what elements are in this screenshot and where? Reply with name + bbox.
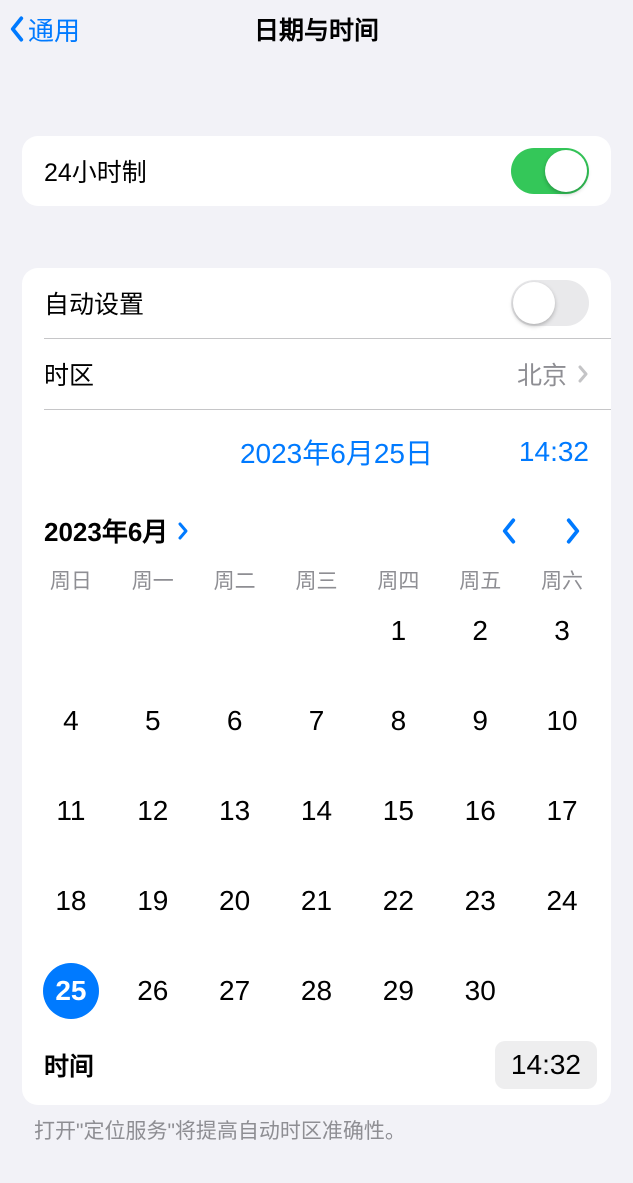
- back-label: 通用: [28, 11, 80, 48]
- calendar-day[interactable]: 3: [521, 601, 603, 661]
- weekday-label: 周六: [521, 565, 603, 595]
- calendar-day[interactable]: 16: [439, 781, 521, 841]
- calendar-day[interactable]: 11: [30, 781, 112, 841]
- calendar-day[interactable]: 24: [521, 871, 603, 931]
- calendar-day[interactable]: 29: [357, 961, 439, 1021]
- twentyfour-hour-section: 24小时制: [22, 136, 611, 206]
- chevron-right-icon: [176, 521, 190, 541]
- calendar-day[interactable]: 14: [276, 781, 358, 841]
- calendar-day[interactable]: 26: [112, 961, 194, 1021]
- calendar-day[interactable]: 12: [112, 781, 194, 841]
- timezone-value: 北京: [517, 356, 567, 392]
- calendar-day[interactable]: 8: [357, 691, 439, 751]
- back-button[interactable]: 通用: [6, 11, 80, 48]
- chevron-right-icon: [564, 516, 582, 546]
- calendar-day[interactable]: 25: [30, 961, 112, 1021]
- weekday-label: 周一: [112, 565, 194, 595]
- time-label: 时间: [44, 1047, 495, 1083]
- calendar-day[interactable]: 2: [439, 601, 521, 661]
- calendar-day[interactable]: 5: [112, 691, 194, 751]
- chevron-right-icon: [577, 364, 589, 384]
- twentyfour-hour-label: 24小时制: [44, 153, 511, 189]
- calendar-day[interactable]: 9: [439, 691, 521, 751]
- page-title: 日期与时间: [0, 11, 633, 47]
- calendar-day[interactable]: 19: [112, 871, 194, 931]
- selected-date-display[interactable]: 2023年6月25日: [44, 432, 519, 472]
- calendar-day-empty: [30, 601, 112, 661]
- prev-month-button[interactable]: [499, 516, 519, 546]
- calendar-day[interactable]: 18: [30, 871, 112, 931]
- calendar-day[interactable]: 10: [521, 691, 603, 751]
- chevron-left-icon: [500, 516, 518, 546]
- selected-time-display[interactable]: 14:32: [519, 436, 589, 468]
- calendar-day[interactable]: 21: [276, 871, 358, 931]
- chevron-left-icon: [6, 14, 28, 44]
- calendar-day[interactable]: 28: [276, 961, 358, 1021]
- footer-note: 打开"定位服务"将提高自动时区准确性。: [0, 1105, 633, 1169]
- time-picker[interactable]: 14:32: [495, 1041, 597, 1089]
- calendar-day[interactable]: 20: [194, 871, 276, 931]
- calendar-day[interactable]: 17: [521, 781, 603, 841]
- datetime-section: 自动设置 时区 北京 2023年6月25日 14:32 2023年6月: [22, 268, 611, 1105]
- timezone-label: 时区: [44, 356, 517, 392]
- calendar-day[interactable]: 7: [276, 691, 358, 751]
- calendar-day[interactable]: 27: [194, 961, 276, 1021]
- month-picker[interactable]: 2023年6月: [44, 512, 190, 549]
- weekday-label: 周二: [194, 565, 276, 595]
- calendar-day[interactable]: 22: [357, 871, 439, 931]
- next-month-button[interactable]: [563, 516, 583, 546]
- month-title-label: 2023年6月: [44, 512, 168, 549]
- calendar-day[interactable]: 15: [357, 781, 439, 841]
- calendar-day-empty: [112, 601, 194, 661]
- calendar-day[interactable]: 30: [439, 961, 521, 1021]
- calendar-day-empty: [276, 601, 358, 661]
- calendar-day[interactable]: 4: [30, 691, 112, 751]
- calendar-day[interactable]: 6: [194, 691, 276, 751]
- auto-set-label: 自动设置: [44, 285, 511, 321]
- timezone-row[interactable]: 时区 北京: [22, 339, 611, 409]
- weekday-label: 周四: [357, 565, 439, 595]
- weekday-label: 周日: [30, 565, 112, 595]
- calendar-day[interactable]: 13: [194, 781, 276, 841]
- calendar-day[interactable]: 1: [357, 601, 439, 661]
- auto-set-toggle[interactable]: [511, 280, 589, 326]
- calendar-day[interactable]: 23: [439, 871, 521, 931]
- twentyfour-hour-toggle[interactable]: [511, 148, 589, 194]
- weekday-label: 周五: [439, 565, 521, 595]
- calendar-day-empty: [194, 601, 276, 661]
- weekday-label: 周三: [276, 565, 358, 595]
